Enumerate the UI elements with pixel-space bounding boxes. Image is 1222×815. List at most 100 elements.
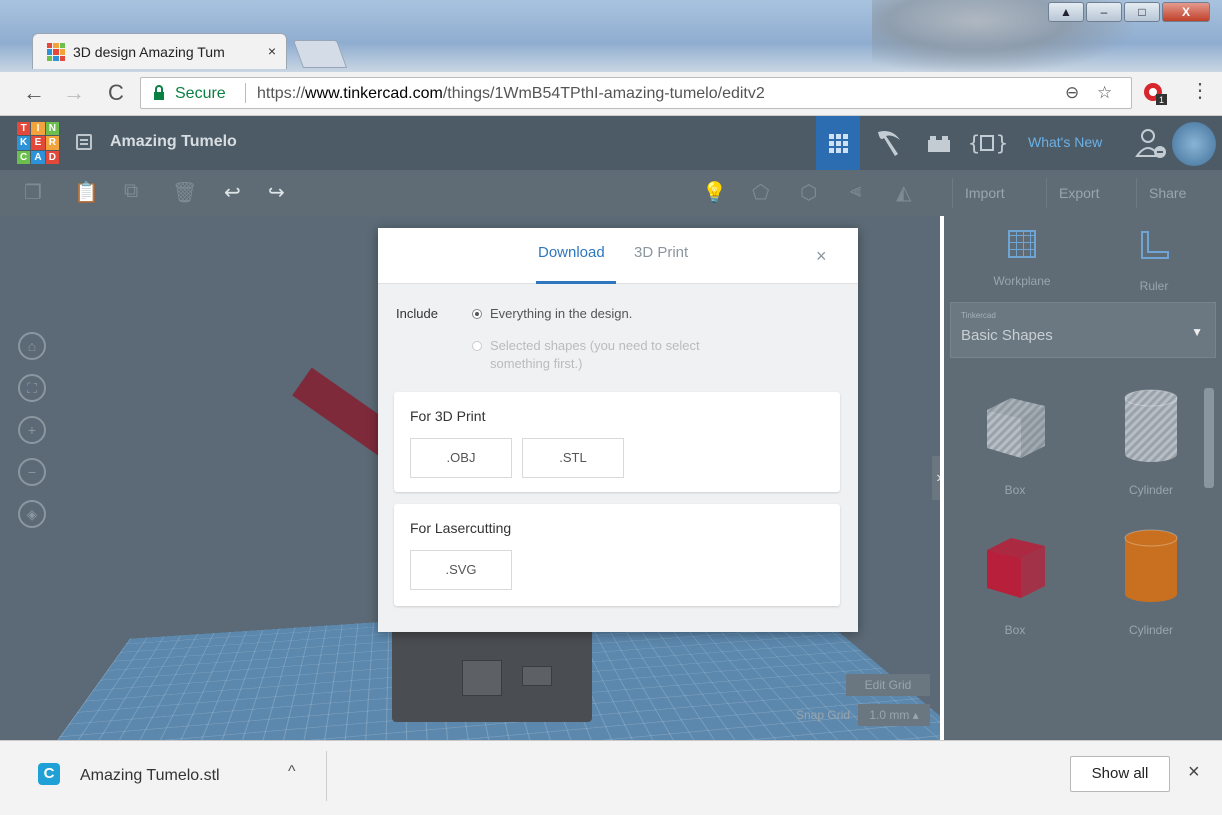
include-label: Include — [396, 306, 438, 321]
extension-icon[interactable]: 1 — [1142, 80, 1168, 106]
stl-button[interactable]: .STL — [522, 438, 624, 478]
secure-label: Secure — [175, 85, 226, 102]
shape-icon[interactable]: ⬠ — [752, 180, 769, 205]
duplicate-icon[interactable]: ⧉ — [124, 180, 138, 203]
zoom-in-icon[interactable]: + — [18, 416, 46, 444]
perspective-icon[interactable]: ◈ — [18, 500, 46, 528]
dialog-header: Download 3D Print × — [378, 228, 858, 284]
shape-item[interactable]: Box — [950, 386, 1080, 497]
logo-letter: A — [31, 150, 45, 164]
active-tab-indicator — [536, 281, 616, 284]
user-avatar[interactable] — [1172, 122, 1216, 166]
close-icon[interactable]: × — [816, 246, 827, 267]
tinkercad-logo[interactable]: TINKERCAD — [17, 122, 59, 164]
shape-library-select[interactable]: Tinkercad Basic Shapes ▼ — [950, 302, 1216, 358]
radio-selected[interactable] — [472, 341, 482, 351]
logo-letter: D — [45, 150, 59, 164]
group-icon[interactable]: ⬡ — [800, 180, 817, 205]
maximize-button[interactable]: □ — [1124, 2, 1160, 22]
obj-button[interactable]: .OBJ — [410, 438, 512, 478]
design-list-icon[interactable] — [76, 134, 92, 150]
copy-icon[interactable]: ❐ — [24, 180, 42, 205]
share-button[interactable]: Share — [1136, 178, 1198, 208]
3d-view-button[interactable] — [816, 116, 860, 170]
radio-everything[interactable] — [472, 309, 482, 319]
align-icon[interactable]: ⫷ — [850, 180, 861, 203]
ruler-tool[interactable]: Ruler — [1104, 230, 1204, 293]
close-download-bar-icon[interactable]: × — [1188, 761, 1200, 784]
workplane-tool[interactable]: Workplane — [972, 230, 1072, 288]
codeblocks-button[interactable]: { } — [962, 116, 1008, 170]
svg-button[interactable]: .SVG — [410, 550, 512, 590]
url-text[interactable]: https://www.tinkercad.com/things/1WmB54T… — [257, 85, 765, 103]
import-button[interactable]: Import — [952, 178, 1017, 208]
workplane-tool-label: Workplane — [993, 274, 1051, 288]
lock-icon — [154, 85, 164, 100]
url-host: www.tinkercad.com — [305, 85, 443, 102]
undo-icon[interactable]: ↩ — [224, 180, 241, 205]
redo-icon[interactable]: ↪ — [268, 180, 285, 205]
svg-text:}: } — [996, 131, 1008, 155]
bookmark-star-icon[interactable]: ☆ — [1097, 83, 1112, 103]
panel-collapse-chevron-icon[interactable]: › — [932, 456, 940, 500]
user-switch-button[interactable]: ▲ — [1048, 2, 1084, 22]
tinkercad-favicon-icon — [47, 43, 65, 61]
light-bulb-icon[interactable]: 💡 — [702, 180, 727, 205]
box-detail — [462, 660, 502, 696]
add-user-icon[interactable] — [1134, 126, 1168, 160]
download-file-name[interactable]: Amazing Tumelo.stl — [80, 767, 220, 785]
shape-label: Cylinder — [1128, 623, 1173, 637]
workplane-icon — [1008, 230, 1036, 258]
paste-icon[interactable]: 📋 — [74, 180, 99, 205]
delete-icon[interactable]: 🗑 — [172, 180, 197, 205]
window-controls: ▲ – □ X — [1048, 2, 1210, 22]
address-bar[interactable]: Secure https://www.tinkercad.com/things/… — [140, 77, 1132, 109]
export-button[interactable]: Export — [1046, 178, 1111, 208]
chevron-up-icon[interactable]: ^ — [288, 763, 296, 781]
new-tab-button[interactable] — [292, 40, 348, 68]
codeblocks-icon: { } — [968, 131, 1008, 155]
close-window-button[interactable]: X — [1162, 2, 1210, 22]
download-dialog: Download 3D Print × Include Everything i… — [378, 228, 858, 632]
address-separator — [245, 83, 246, 103]
tinkercad-header: TINKERCAD Amazing Tumelo { } What's New — [0, 116, 1222, 170]
reload-icon[interactable]: C — [104, 80, 128, 106]
design-title[interactable]: Amazing Tumelo — [110, 133, 237, 151]
forward-arrow-icon[interactable]: → — [62, 80, 86, 106]
tab-download[interactable]: Download — [538, 244, 605, 261]
minimize-button[interactable]: – — [1086, 2, 1122, 22]
tab-3d-print[interactable]: 3D Print — [634, 244, 688, 261]
shape-item[interactable]: Cylinder — [1086, 526, 1216, 637]
whats-new-link[interactable]: What's New — [1028, 134, 1102, 150]
file-type-icon: C — [38, 763, 60, 785]
shape-item[interactable]: Box — [950, 526, 1080, 637]
card-3d-print: For 3D Print .OBJ .STL — [394, 392, 840, 492]
gray-box-shape[interactable] — [392, 626, 592, 722]
scrollbar-thumb[interactable] — [1204, 388, 1214, 488]
option-selected-label[interactable]: Selected shapes (you need to select some… — [490, 337, 750, 373]
option-everything-label[interactable]: Everything in the design. — [490, 305, 830, 323]
edit-grid-button[interactable]: Edit Grid — [846, 674, 930, 696]
shapes-scrollbar[interactable] — [1202, 380, 1216, 740]
box-shape-icon — [987, 398, 1045, 458]
zoom-out-icon[interactable]: − — [18, 458, 46, 486]
logo-letter: C — [17, 150, 31, 164]
back-arrow-icon[interactable]: ← — [22, 80, 46, 106]
fit-view-icon[interactable]: ⛶ — [18, 374, 46, 402]
home-view-icon[interactable]: ⌂ — [18, 332, 46, 360]
blocks-button[interactable] — [866, 116, 910, 170]
snap-grid-select[interactable]: 1.0 mm ▴ — [858, 704, 930, 726]
shape-item[interactable]: Cylinder — [1086, 386, 1216, 497]
zoom-icon[interactable]: ⊖ — [1065, 83, 1079, 103]
browser-tab-active[interactable]: 3D design Amazing Tum × — [32, 33, 287, 69]
box-shape-icon — [987, 538, 1045, 598]
browser-menu-icon[interactable]: ⋮ — [1190, 78, 1210, 103]
shape-label: Box — [1004, 623, 1026, 637]
bricks-button[interactable] — [916, 116, 960, 170]
show-all-button[interactable]: Show all — [1070, 756, 1170, 792]
url-path: /things/1WmB54TPthI-amazing-tumelo/editv… — [442, 85, 765, 102]
download-separator — [326, 751, 327, 801]
tab-title: 3D design Amazing Tum — [73, 44, 225, 60]
tab-close-icon[interactable]: × — [268, 43, 276, 59]
mirror-icon[interactable]: ◭ — [896, 180, 911, 205]
